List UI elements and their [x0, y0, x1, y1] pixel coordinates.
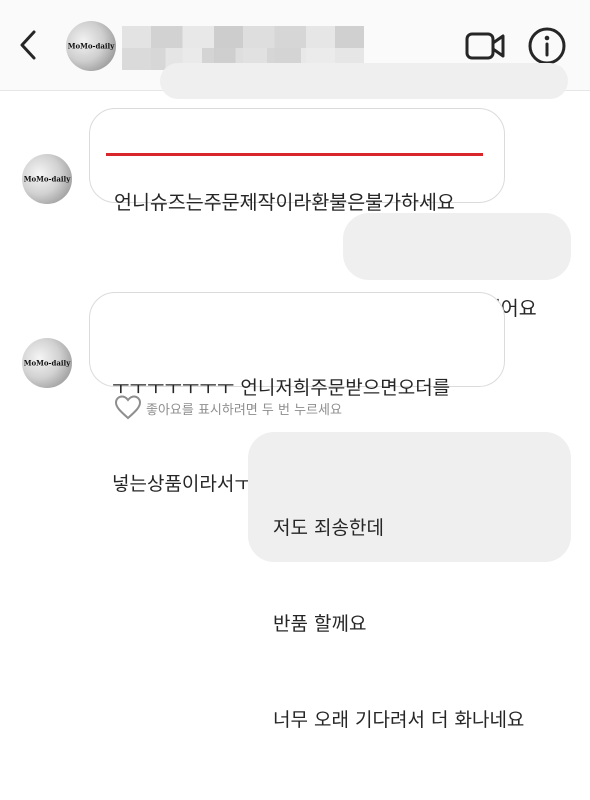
message-bubble-incoming[interactable]: ㅜㅜㅜㅜㅜㅜㅜ 언니저희주문받으면오더를 넣는상품이라서ㅜㅜㅜㅜㅜ죄송해요: [89, 292, 505, 495]
message-bubble-outgoing[interactable]: 저도 죄송한데 반품 할께요 너무 오래 기다려서 더 화나네요: [248, 432, 571, 731]
message-line: 저도 죄송한데: [273, 517, 384, 539]
message-bubble-outgoing[interactable]: 해주세여 못신겠어요: [343, 213, 571, 320]
message-line: 반품 할께요: [273, 613, 367, 635]
message-line: 너무 오래 기다려서 더 화나네요: [273, 709, 525, 731]
previous-message-bubble[interactable]: [160, 63, 568, 99]
chevron-left-icon[interactable]: [14, 28, 44, 62]
header-avatar[interactable]: MoMo-daily: [66, 21, 116, 71]
avatar-label: MoMo-daily: [67, 41, 115, 51]
info-icon[interactable]: [527, 26, 567, 66]
heart-icon[interactable]: [114, 394, 142, 420]
avatar-label: MoMo-daily: [23, 174, 71, 184]
sender-avatar[interactable]: MoMo-daily: [22, 338, 72, 388]
video-camera-icon[interactable]: [464, 28, 506, 64]
sender-avatar[interactable]: MoMo-daily: [22, 154, 72, 204]
red-underline: [106, 153, 483, 156]
avatar-label: MoMo-daily: [23, 358, 71, 368]
message-thread: MoMo-daily 언니슈즈는주문제작이라환불은불가하세요 ㅜㅜ 해주세여 못…: [0, 63, 590, 731]
like-hint-text: 좋아요를 표시하려면 두 번 누르세요: [146, 403, 342, 418]
